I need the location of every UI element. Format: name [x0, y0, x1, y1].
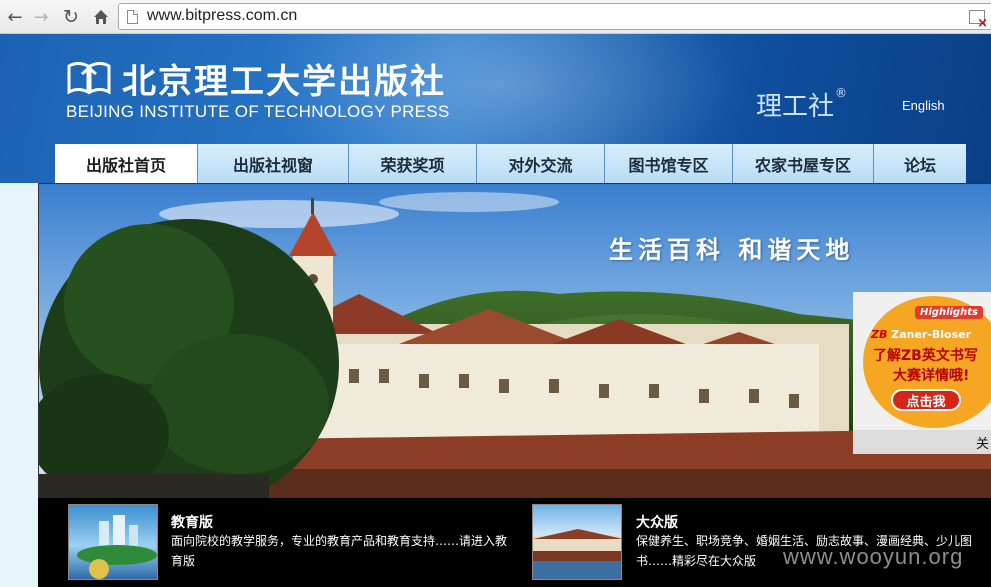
reload-icon[interactable]: ↻	[60, 6, 82, 28]
watermark: www.wooyun.org	[783, 544, 964, 569]
page-icon	[127, 10, 138, 24]
zb-mark: ZB	[871, 328, 888, 341]
publisher-name-cn: 北京理工大学出版社	[122, 62, 446, 102]
url-text[interactable]: www.bitpress.com.cn	[147, 7, 297, 25]
forward-arrow-icon[interactable]: →	[30, 6, 52, 28]
edition-sections: 教育版 面向院校的教学服务，专业的教育产品和教育支持……请进入教育版 大众版 保…	[38, 498, 991, 587]
site-header: 北京理工大学出版社 BEIJING INSTITUTE OF TECHNOLOG…	[0, 34, 991, 183]
ad-close-button[interactable]: 关	[976, 433, 989, 452]
brand-text: 理工社	[756, 92, 835, 122]
education-edition-description: 面向院校的教学服务，专业的教育产品和教育支持……请进入教育版	[171, 534, 508, 568]
back-arrow-icon[interactable]: ←	[4, 6, 26, 28]
menu-item-home[interactable]: 出版社首页	[55, 144, 198, 183]
registered-mark: ®	[835, 86, 848, 100]
blocked-plugin-icon[interactable]	[969, 10, 988, 31]
home-icon[interactable]	[90, 6, 112, 28]
address-bar[interactable]: www.bitpress.com.cn	[118, 3, 991, 31]
floating-ad[interactable]: Highlights ZB Zaner-Bloser 了解ZB英文书写 大赛详情…	[853, 292, 991, 454]
menu-item-awards[interactable]: 荣获奖项	[349, 144, 477, 183]
zaner-bloser-logo: ZB Zaner-Bloser	[871, 328, 971, 341]
menu-item-library[interactable]: 图书馆专区	[605, 144, 733, 183]
education-edition-thumbnail[interactable]	[68, 504, 158, 580]
publisher-name-en: BEIJING INSTITUTE OF TECHNOLOGY PRESS	[66, 102, 450, 121]
education-edition-title[interactable]: 教育版	[171, 512, 213, 532]
hero-banner[interactable]: 生活百科 和谐天地	[38, 183, 991, 498]
menu-item-window[interactable]: 出版社视窗	[198, 144, 349, 183]
main-menu: 出版社首页 出版社视窗 荣获奖项 对外交流 图书馆专区 农家书屋专区 论坛	[55, 144, 966, 183]
ad-click-button[interactable]: 点击我	[891, 389, 961, 411]
zb-name: Zaner-Bloser	[891, 328, 972, 341]
menu-item-forum[interactable]: 论坛	[874, 144, 966, 183]
public-edition-thumbnail[interactable]	[532, 504, 622, 580]
english-link[interactable]: English	[902, 98, 945, 113]
ad-headline: 了解ZB英文书写	[873, 348, 978, 364]
browser-toolbar: ← → ↻ www.bitpress.com.cn	[0, 0, 991, 34]
public-edition-title[interactable]: 大众版	[636, 512, 678, 532]
highlights-logo: Highlights	[915, 306, 983, 319]
ad-subline: 大赛详情哦!	[893, 368, 970, 384]
brand-label: 理工社®	[756, 86, 847, 123]
menu-item-farmhouse[interactable]: 农家书屋专区	[733, 144, 874, 183]
ad-footer-bar: 关	[853, 430, 991, 454]
banner-slogan: 生活百科 和谐天地	[609, 235, 855, 264]
menu-item-exchange[interactable]: 对外交流	[477, 144, 605, 183]
book-logo-icon	[67, 62, 111, 95]
